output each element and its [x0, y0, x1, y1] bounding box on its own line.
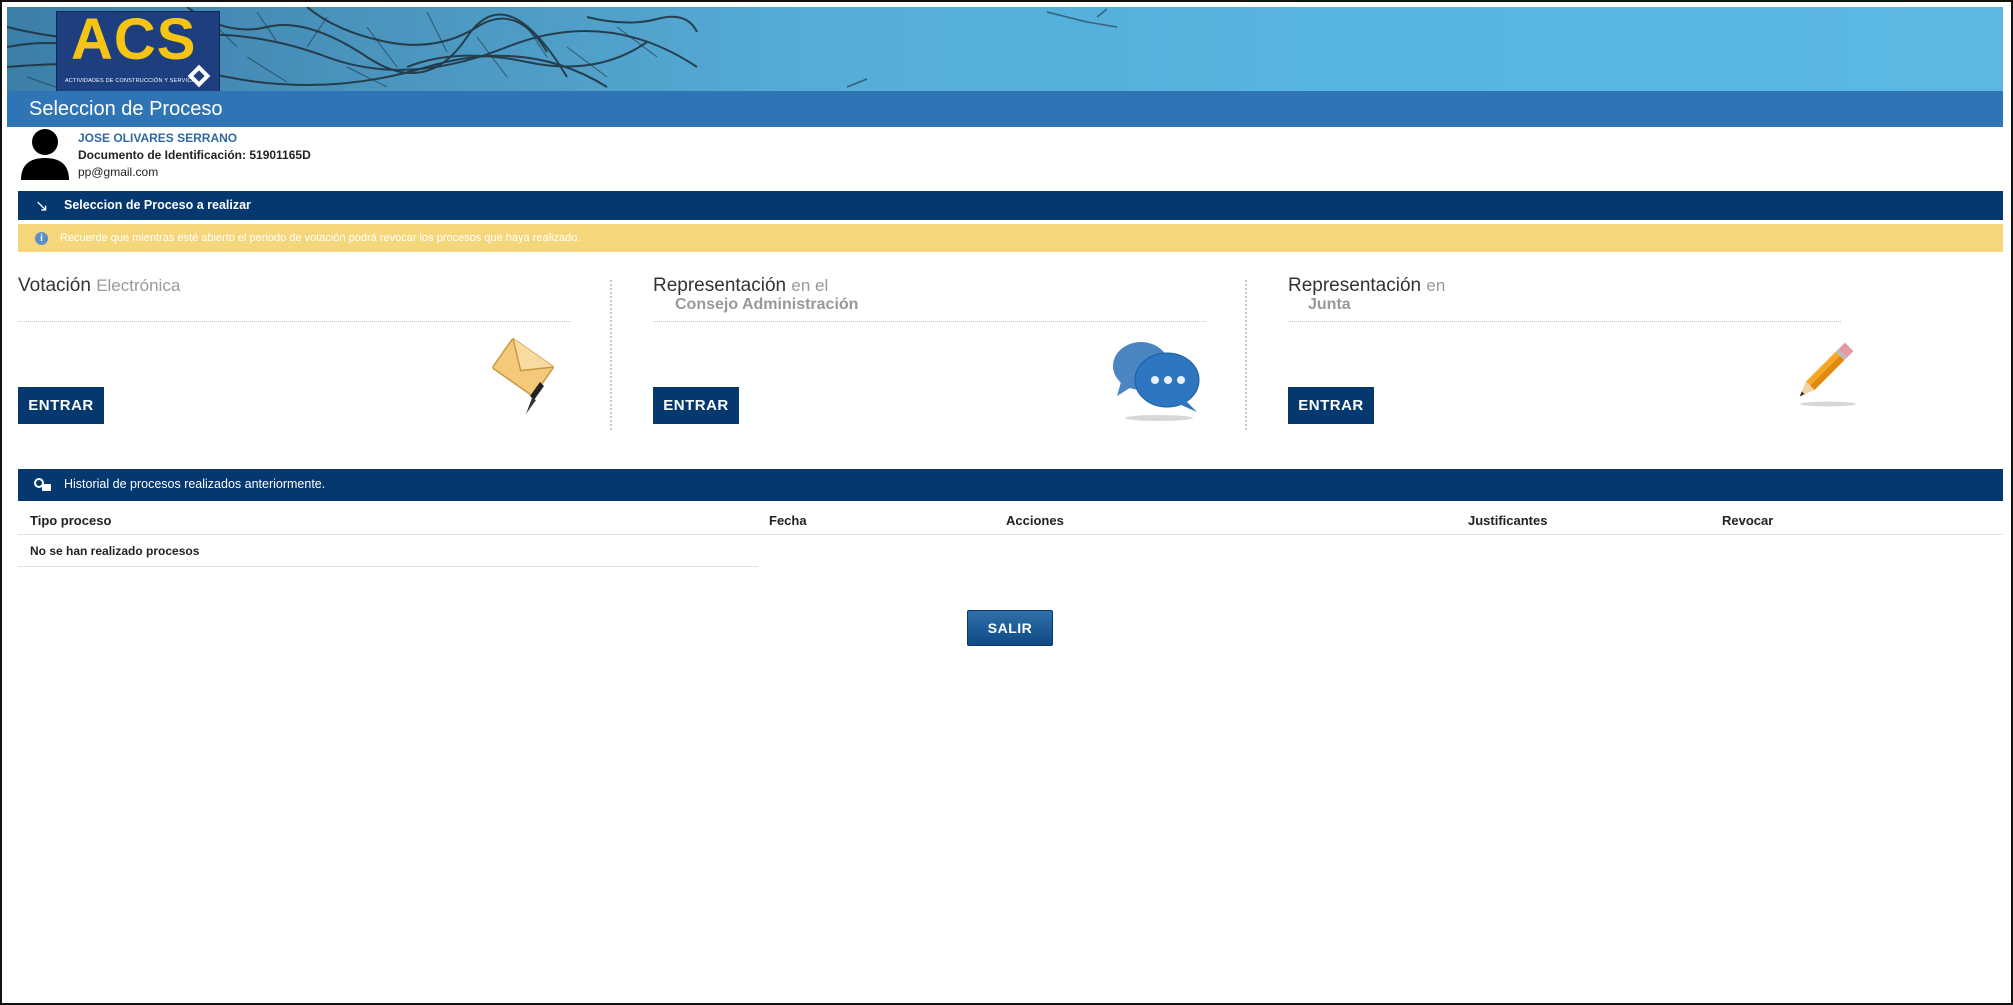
column-fecha: Fecha [769, 513, 807, 528]
process-title: Votación Electrónica [18, 275, 180, 297]
header-banner: ACS ACTIVIDADES DE CONSTRUCCIÓN Y SERVIC… [7, 7, 2003, 91]
column-separator [1245, 280, 1247, 430]
divider [18, 321, 571, 322]
arrow-down-right-icon: ↘ [35, 198, 49, 215]
process-selection-header: ↘ Seleccion de Proceso a realizar [18, 191, 2003, 220]
column-separator [610, 280, 612, 430]
acs-logo: ACS ACTIVIDADES DE CONSTRUCCIÓN Y SERVIC… [56, 7, 220, 91]
logo-text: ACS [71, 7, 197, 72]
column-justificantes: Justificantes [1468, 513, 1548, 528]
process-title-second: Consejo Administración [675, 296, 859, 313]
process-title-second: Junta [1308, 296, 1351, 313]
process-title-light: Electrónica [96, 276, 181, 295]
user-avatar-icon [21, 129, 69, 180]
entrar-junta-button[interactable]: ENTRAR [1288, 387, 1374, 424]
process-title-light: en [1426, 276, 1446, 295]
process-votacion-electronica: Votación Electrónica ENTRAR [18, 272, 578, 432]
process-title-light: en el [791, 276, 829, 295]
history-header: Historial de procesos realizados anterio… [18, 469, 2003, 501]
user-document: Documento de Identificación: 51901165D [78, 148, 311, 162]
entrar-consejo-button[interactable]: ENTRAR [653, 387, 739, 424]
column-acciones: Acciones [1006, 513, 1064, 528]
process-title-main: Representación [653, 275, 787, 296]
process-representacion-junta: Representación en Junta ENTRAR [1288, 272, 1856, 432]
chat-bubbles-icon [1113, 342, 1200, 421]
divider [1288, 321, 1841, 322]
pencil-icon [1799, 342, 1856, 407]
process-title-main: Votación [18, 275, 91, 296]
process-title: Representación en [1288, 275, 1445, 297]
process-representacion-consejo: Representación en el Consejo Administrac… [653, 272, 1213, 432]
page-title: Seleccion de Proceso [29, 98, 223, 120]
column-tipo-proceso: Tipo proceso [30, 513, 112, 528]
salir-button[interactable]: SALIR [967, 610, 1053, 646]
divider [653, 321, 1206, 322]
tree-branches-illustration [7, 7, 1118, 91]
notice-banner: i Recuerde que mientras esté abierto el … [18, 224, 2003, 252]
notice-text: Recuerde que mientras esté abierto el pe… [60, 232, 581, 244]
process-selection-title: Seleccion de Proceso a realizar [64, 198, 251, 212]
user-name: JOSE OLIVARES SERRANO [78, 131, 238, 145]
history-title: Historial de procesos realizados anterio… [64, 477, 326, 491]
entrar-votacion-button[interactable]: ENTRAR [18, 387, 104, 424]
history-table-header: Tipo proceso Fecha Acciones Justificante… [18, 506, 2003, 535]
table-row-empty: No se han realizado procesos [18, 535, 758, 567]
history-icon [34, 478, 51, 491]
column-revocar: Revocar [1722, 513, 1774, 528]
empty-message: No se han realizado procesos [30, 544, 200, 558]
process-title-main: Representación [1288, 275, 1422, 296]
logo-subtitle: ACTIVIDADES DE CONSTRUCCIÓN Y SERVICIOS [65, 78, 202, 84]
process-title: Representación en el [653, 275, 828, 297]
envelope-icon [492, 338, 554, 414]
info-icon: i [35, 232, 48, 245]
user-email: pp@gmail.com [78, 165, 159, 179]
page-title-bar: Seleccion de Proceso [7, 91, 2003, 127]
